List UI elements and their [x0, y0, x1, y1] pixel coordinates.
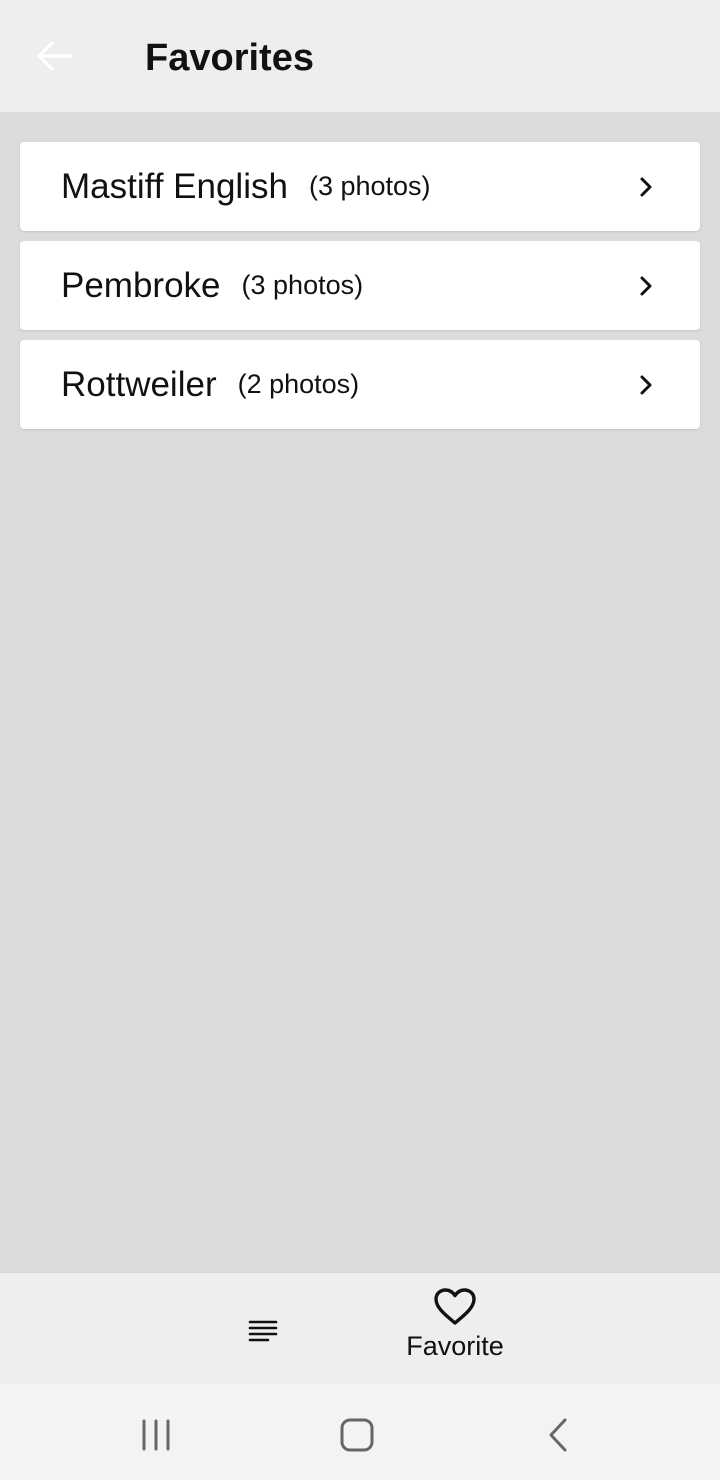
back-button[interactable] [20, 22, 88, 90]
chevron-right-icon [640, 276, 652, 295]
breed-name: Pembroke [61, 265, 221, 305]
bottom-navigation: Favorite [0, 1272, 720, 1384]
recents-button[interactable] [116, 1402, 196, 1468]
page-title: Favorites [145, 37, 314, 79]
system-back-button[interactable] [518, 1402, 598, 1468]
nav-list-button[interactable] [225, 1293, 301, 1369]
list-item[interactable]: Mastiff English (3 photos) [20, 142, 700, 231]
breed-name: Mastiff English [61, 166, 288, 206]
system-navigation-bar [0, 1384, 720, 1480]
favorites-screen: Favorites Mastiff English (3 photos) Pem… [0, 0, 720, 1480]
chevron-right-icon [640, 375, 652, 394]
photo-count: (3 photos) [241, 270, 364, 300]
list-item[interactable]: Pembroke (3 photos) [20, 241, 700, 330]
nav-favorite-label: Favorite [406, 1331, 504, 1361]
favorites-list: Mastiff English (3 photos) Pembroke (3 p… [20, 142, 700, 439]
app-bar: Favorites [0, 0, 720, 112]
photo-count: (3 photos) [308, 171, 431, 201]
nav-favorite-button[interactable]: Favorite [390, 1287, 520, 1377]
home-icon [340, 1418, 374, 1452]
home-button[interactable] [317, 1402, 397, 1468]
chevron-right-icon [640, 177, 652, 196]
back-chevron-icon [549, 1418, 567, 1452]
breed-name: Rottweiler [61, 364, 217, 404]
photo-count: (2 photos) [237, 369, 360, 399]
recents-icon [142, 1419, 170, 1451]
list-item[interactable]: Rottweiler (2 photos) [20, 340, 700, 429]
list-icon [248, 1320, 278, 1342]
arrow-left-icon [37, 41, 72, 71]
heart-icon [434, 1288, 476, 1325]
